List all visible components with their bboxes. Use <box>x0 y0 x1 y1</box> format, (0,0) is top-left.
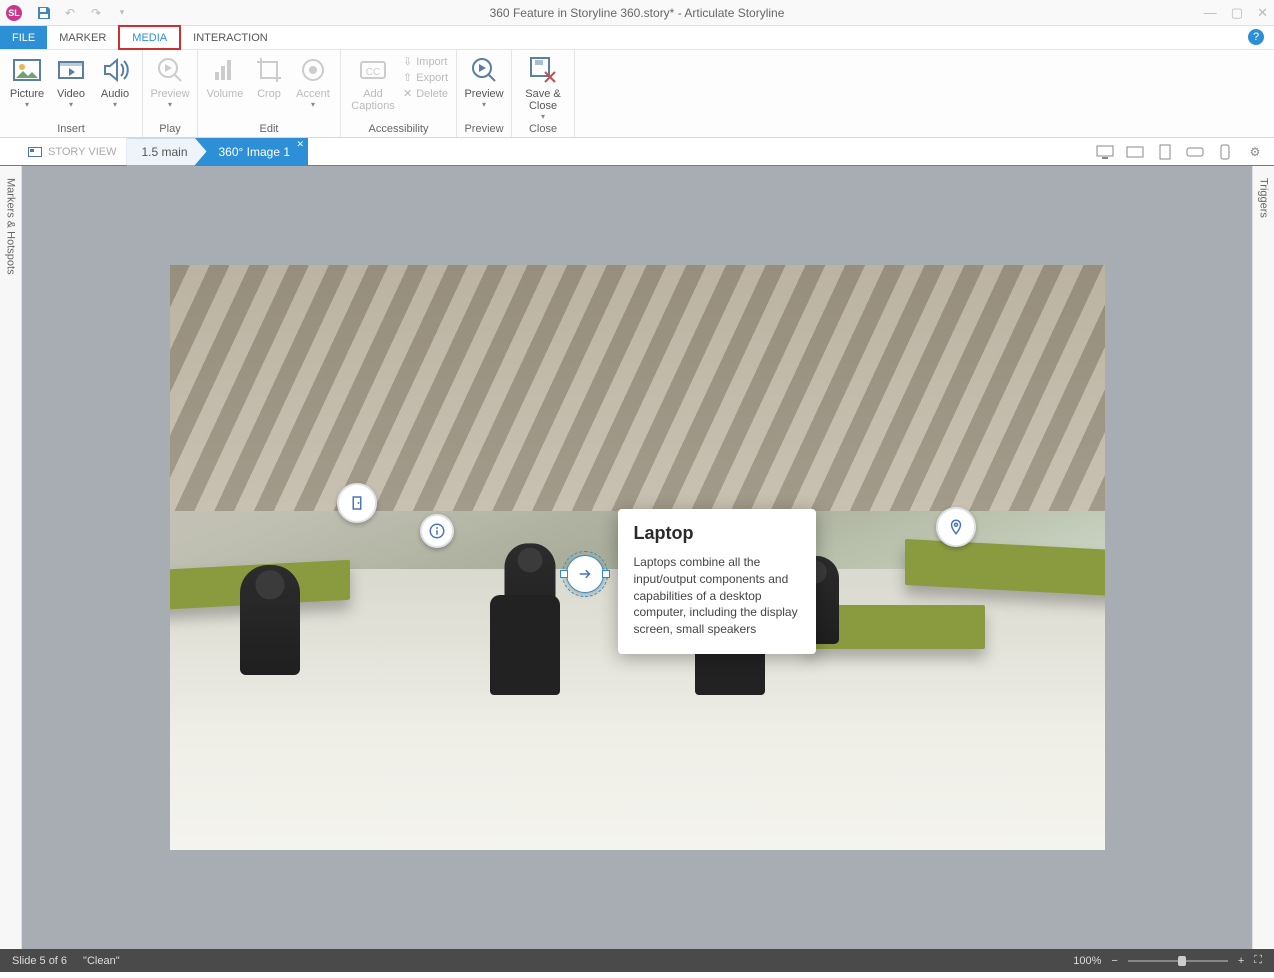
captions-import-button[interactable]: ⇩Import <box>401 54 450 69</box>
ribbon-group-preview: Preview▾ Preview <box>457 50 512 137</box>
ribbon-group-play: Preview▾ Play <box>143 50 198 137</box>
captions-delete-button[interactable]: ✕Delete <box>401 86 450 101</box>
panel-markers-hotspots[interactable]: Markers & Hotspots <box>0 166 22 949</box>
minimize-icon[interactable]: — <box>1204 5 1217 21</box>
quick-access-toolbar: ↶ ↷ ▾ <box>36 5 130 21</box>
zoom-out-button[interactable]: − <box>1111 955 1117 967</box>
save-close-button[interactable]: Save & Close▾ <box>518 54 568 121</box>
ribbon-group-close: Save & Close▾ Close <box>512 50 575 137</box>
window-title: 360 Feature in Storyline 360.story* - Ar… <box>490 6 785 20</box>
app-logo-icon: SL <box>6 5 22 21</box>
qat-dropdown-icon[interactable]: ▾ <box>114 5 130 21</box>
settings-gear-icon[interactable]: ⚙ <box>1246 145 1264 159</box>
tablet-landscape-icon[interactable] <box>1126 145 1144 159</box>
video-icon <box>55 54 87 86</box>
ribbon-group-insert: Picture▾ Video▾ Audio▾ Insert <box>0 50 143 137</box>
zoom-slider[interactable] <box>1128 960 1228 962</box>
marker-laptop-selected[interactable] <box>566 555 604 593</box>
popup-title: Laptop <box>634 523 800 544</box>
captions-export-button[interactable]: ⇧Export <box>401 70 450 85</box>
status-bar: Slide 5 of 6 "Clean" 100% − + ⛶ <box>0 949 1274 972</box>
play-preview-button[interactable]: Preview▾ <box>149 54 191 109</box>
story-view-icon <box>28 147 42 157</box>
tab-marker[interactable]: MARKER <box>47 26 118 49</box>
ribbon-tabs: FILE MARKER MEDIA INTERACTION ? <box>0 26 1274 50</box>
maximize-icon[interactable]: ▢ <box>1231 5 1243 21</box>
breadcrumb-close-icon[interactable]: ✕ <box>296 139 304 150</box>
marker-location[interactable] <box>936 507 976 547</box>
crop-button[interactable]: Crop <box>248 54 290 100</box>
tab-file[interactable]: FILE <box>0 26 47 49</box>
preview-play-icon <box>154 54 186 86</box>
breadcrumb: 1.5 main 360° Image 1 ✕ <box>126 138 308 166</box>
breadcrumb-360image[interactable]: 360° Image 1 ✕ <box>195 138 309 166</box>
add-captions-button[interactable]: CC Add Captions <box>347 54 399 112</box>
save-icon[interactable] <box>36 5 52 21</box>
status-layout: "Clean" <box>83 955 120 967</box>
marker-info[interactable] <box>420 514 454 548</box>
marker-door[interactable] <box>337 483 377 523</box>
ribbon-group-accessibility: CC Add Captions ⇩Import ⇧Export ✕Delete … <box>341 50 457 137</box>
door-icon <box>348 494 366 512</box>
export-icon: ⇧ <box>403 71 412 84</box>
fit-window-icon[interactable]: ⛶ <box>1254 954 1262 967</box>
accent-button[interactable]: Accent▾ <box>292 54 334 109</box>
panel-triggers[interactable]: Triggers <box>1252 166 1274 949</box>
pin-icon <box>947 518 965 536</box>
video-button[interactable]: Video▾ <box>50 54 92 109</box>
phone-portrait-icon[interactable] <box>1216 145 1234 159</box>
help-icon[interactable]: ? <box>1248 29 1264 45</box>
status-zoom-value: 100% <box>1073 955 1101 967</box>
view-bar: STORY VIEW 1.5 main 360° Image 1 ✕ ⚙ <box>0 138 1274 166</box>
info-icon <box>428 522 446 540</box>
captions-icon: CC <box>357 54 389 86</box>
delete-icon: ✕ <box>403 87 412 100</box>
tab-interaction[interactable]: INTERACTION <box>181 26 280 49</box>
preview-button[interactable]: Preview▾ <box>463 54 505 109</box>
picture-button[interactable]: Picture▾ <box>6 54 48 109</box>
device-preview-icons: ⚙ <box>1096 145 1264 159</box>
canvas[interactable]: Laptop Laptops combine all the input/out… <box>22 166 1252 949</box>
breadcrumb-slide[interactable]: 1.5 main <box>126 138 206 166</box>
save-close-icon <box>527 54 559 86</box>
svg-text:CC: CC <box>366 67 380 78</box>
volume-icon <box>209 54 241 86</box>
title-bar: SL ↶ ↷ ▾ 360 Feature in Storyline 360.st… <box>0 0 1274 26</box>
ribbon-group-edit: Volume Crop Accent▾ Edit <box>198 50 341 137</box>
workspace: Markers & Hotspots Laptop Laptops combin <box>0 166 1274 949</box>
crop-icon <box>253 54 285 86</box>
tablet-portrait-icon[interactable] <box>1156 145 1174 159</box>
arrow-right-icon <box>576 565 594 583</box>
story-view-button[interactable]: STORY VIEW <box>28 146 116 158</box>
ribbon: Picture▾ Video▾ Audio▾ Insert Preview▾ P… <box>0 50 1274 138</box>
audio-button[interactable]: Audio▾ <box>94 54 136 109</box>
slide-360-image[interactable]: Laptop Laptops combine all the input/out… <box>170 265 1105 850</box>
tab-media[interactable]: MEDIA <box>118 25 181 50</box>
accent-icon <box>297 54 329 86</box>
zoom-in-button[interactable]: + <box>1238 955 1244 967</box>
desktop-icon[interactable] <box>1096 145 1114 159</box>
status-slide-number: Slide 5 of 6 <box>12 955 67 967</box>
import-icon: ⇩ <box>403 55 412 68</box>
close-icon[interactable]: ✕ <box>1257 5 1268 21</box>
redo-icon[interactable]: ↷ <box>88 5 104 21</box>
undo-icon[interactable]: ↶ <box>62 5 78 21</box>
popup-body: Laptops combine all the input/output com… <box>634 554 800 638</box>
audio-icon <box>99 54 131 86</box>
phone-landscape-icon[interactable] <box>1186 145 1204 159</box>
preview-icon <box>468 54 500 86</box>
picture-icon <box>11 54 43 86</box>
marker-popup[interactable]: Laptop Laptops combine all the input/out… <box>618 509 816 654</box>
volume-button[interactable]: Volume <box>204 54 246 100</box>
